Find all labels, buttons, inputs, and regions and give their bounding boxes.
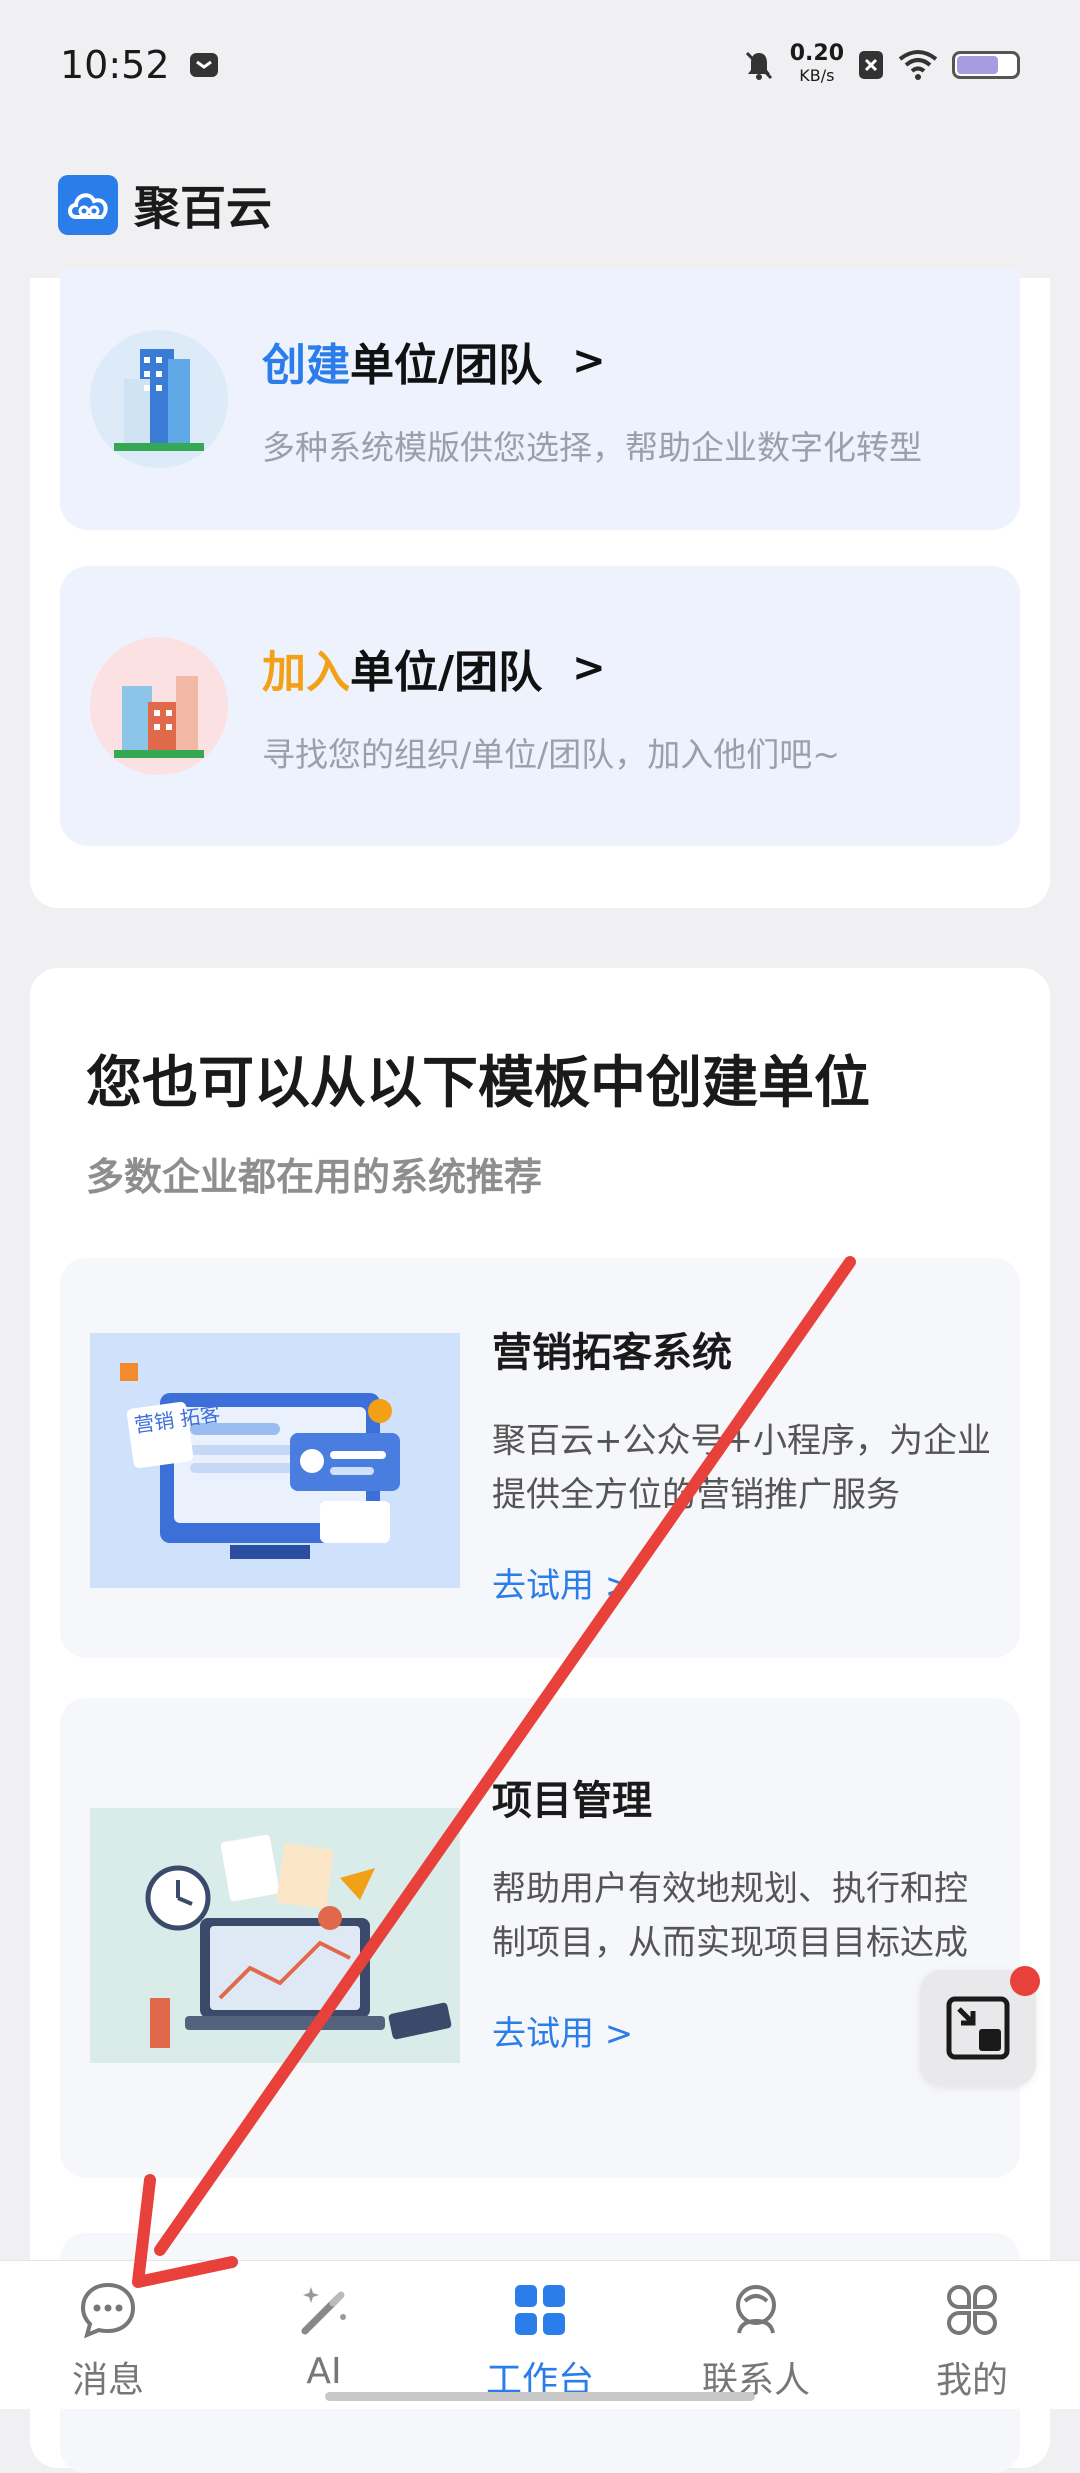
grid-icon bbox=[507, 2277, 573, 2343]
cloud-logo-icon bbox=[58, 175, 118, 235]
template-body: 营销拓客系统 聚百云+公众号+小程序，为企业提供全方位的营销推广服务 去试用 > bbox=[492, 1320, 992, 1607]
join-accent: 加入 bbox=[262, 647, 350, 698]
tab-contacts[interactable]: 联系人 bbox=[648, 2261, 864, 2409]
network-speed-unit: KB/s bbox=[799, 66, 835, 85]
status-time: 10:52 bbox=[60, 43, 170, 87]
bell-muted-icon bbox=[742, 48, 776, 82]
template-desc: 帮助用户有效地规划、执行和控制项目，从而实现项目目标达成 bbox=[492, 1869, 968, 1963]
join-title-rest: 单位/团队 bbox=[350, 647, 543, 698]
home-indicator[interactable] bbox=[325, 2392, 755, 2401]
contacts-icon bbox=[723, 2277, 789, 2343]
floating-window-button[interactable] bbox=[920, 1966, 1040, 2086]
tab-ai[interactable]: AI bbox=[216, 2261, 432, 2409]
notification-dot bbox=[1010, 1966, 1040, 1996]
minimize-window-icon bbox=[946, 1996, 1010, 2060]
create-org-card[interactable]: 创建 单位/团队 > 多种系统模版供您选择，帮助企业数字化转型 bbox=[60, 268, 1020, 530]
status-right: 0.20 KB/s bbox=[742, 43, 1020, 87]
tab-messages[interactable]: 消息 bbox=[0, 2261, 216, 2409]
status-bar: 10:52 0.20 KB/s bbox=[0, 0, 1080, 130]
chat-bubble-icon bbox=[75, 2277, 141, 2343]
try-link[interactable]: 去试用 > bbox=[492, 1558, 992, 1607]
clover-icon bbox=[939, 2277, 1005, 2343]
app-title: 聚百云 bbox=[134, 181, 272, 235]
magic-wand-icon bbox=[291, 2277, 357, 2343]
network-speed: 0.20 KB/s bbox=[790, 43, 844, 87]
join-org-text: 加入 单位/团队 > 寻找您的组织/单位/团队，加入他们吧~ bbox=[262, 636, 840, 776]
create-title-rest: 单位/团队 bbox=[350, 340, 543, 391]
project-illustration bbox=[90, 1808, 460, 2063]
join-org-card[interactable]: 加入 单位/团队 > 寻找您的组织/单位/团队，加入他们吧~ bbox=[60, 566, 1020, 846]
org-actions-card: 创建 单位/团队 > 多种系统模版供您选择，帮助企业数字化转型 加入 单位/团队… bbox=[30, 268, 1050, 908]
try-link[interactable]: 去试用 > bbox=[492, 2006, 992, 2055]
join-org-desc: 寻找您的组织/单位/团队，加入他们吧~ bbox=[262, 735, 840, 774]
tab-mine[interactable]: 我的 bbox=[864, 2261, 1080, 2409]
status-left: 10:52 bbox=[60, 43, 220, 87]
template-card-marketing[interactable]: 营销 拓客 营销拓客系统 聚百云+公众号+小程序，为企业提供全方位的营销推广服务… bbox=[60, 1258, 1020, 1658]
bottom-tab-bar: 消息 AI 工作台 联系人 我的 bbox=[0, 2260, 1080, 2409]
tab-label: 消息 bbox=[71, 2360, 144, 2401]
battery-icon bbox=[952, 51, 1020, 79]
network-speed-value: 0.20 bbox=[789, 41, 844, 66]
join-org-title: 加入 单位/团队 > bbox=[262, 636, 840, 700]
create-org-text: 创建 单位/团队 > 多种系统模版供您选择，帮助企业数字化转型 bbox=[262, 329, 922, 469]
wifi-icon bbox=[898, 49, 938, 81]
templates-heading: 您也可以从以下模板中创建单位 bbox=[86, 1051, 870, 1116]
templates-card: 您也可以从以下模板中创建单位 多数企业都在用的系统推荐 营销 拓客 营销拓客系统… bbox=[30, 968, 1050, 2473]
marketing-illustration: 营销 拓客 bbox=[90, 1333, 460, 1588]
buildings-illustration-icon bbox=[90, 637, 228, 775]
battery-level bbox=[957, 56, 998, 74]
template-name: 项目管理 bbox=[492, 1778, 652, 1824]
buildings-illustration-icon bbox=[90, 330, 228, 468]
chevron-right-icon: > bbox=[572, 645, 606, 691]
tab-label: 我的 bbox=[935, 2360, 1008, 2401]
tab-workbench[interactable]: 工作台 bbox=[432, 2261, 648, 2409]
create-org-desc: 多种系统模版供您选择，帮助企业数字化转型 bbox=[262, 428, 922, 467]
template-name: 营销拓客系统 bbox=[492, 1330, 732, 1376]
sim-error-icon bbox=[858, 50, 884, 80]
app-header: 聚百云 bbox=[0, 160, 1080, 250]
create-accent: 创建 bbox=[262, 340, 350, 391]
create-org-title: 创建 单位/团队 > bbox=[262, 329, 922, 393]
templates-subheading: 多数企业都在用的系统推荐 bbox=[86, 1155, 543, 1199]
chevron-right-icon: > bbox=[572, 338, 606, 384]
template-body: 项目管理 帮助用户有效地规划、执行和控制项目，从而实现项目目标达成 去试用 > bbox=[492, 1768, 992, 2055]
template-card-project[interactable]: 项目管理 帮助用户有效地规划、执行和控制项目，从而实现项目目标达成 去试用 > bbox=[60, 1698, 1020, 2178]
tab-label: AI bbox=[306, 2351, 342, 2392]
notification-app-icon bbox=[188, 49, 220, 81]
template-desc: 聚百云+公众号+小程序，为企业提供全方位的营销推广服务 bbox=[492, 1421, 991, 1515]
